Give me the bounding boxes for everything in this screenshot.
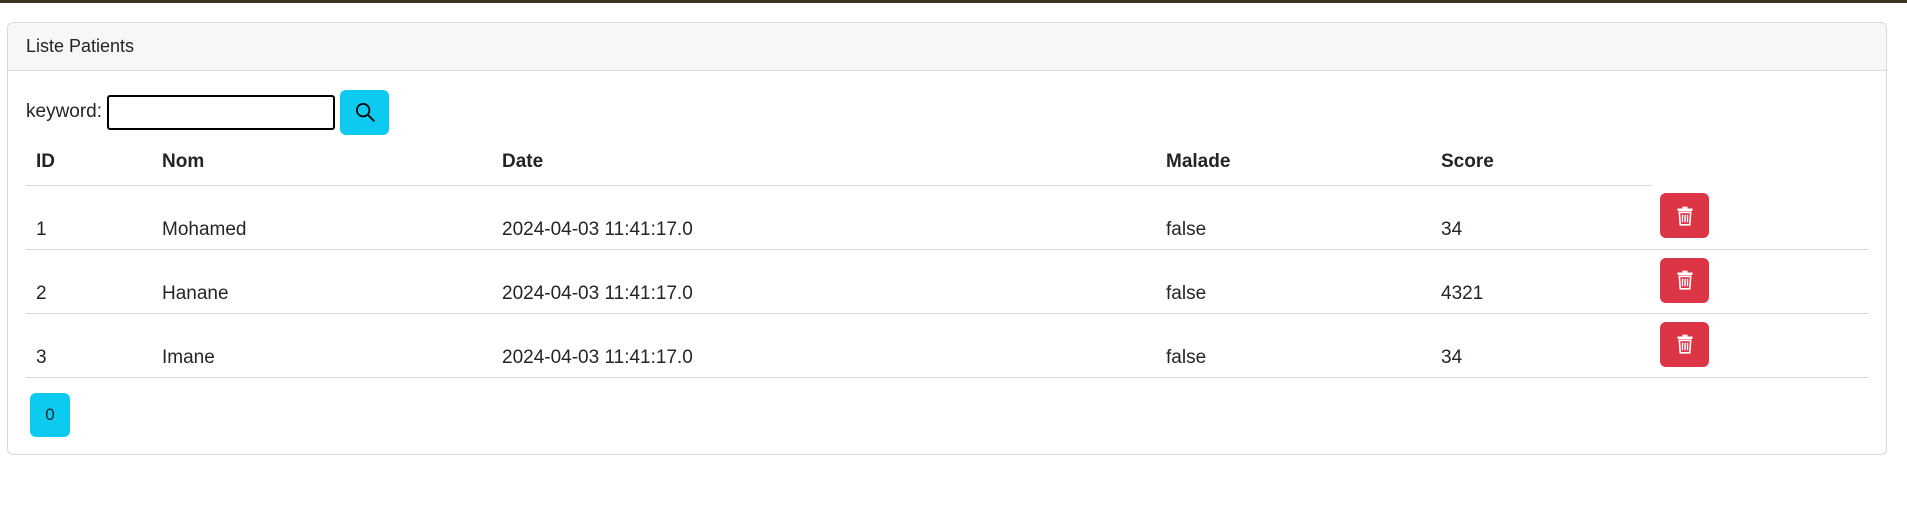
card-title: Liste Patients (26, 36, 135, 56)
search-label: keyword: (26, 101, 103, 122)
search-form: keyword: (26, 89, 390, 135)
cell-score: 34 (1431, 185, 1652, 250)
cell-date: 2024-04-03 11:41:17.0 (492, 249, 1156, 314)
header-id: ID (26, 139, 152, 186)
patients-card: Liste Patients keyword: ID Nom Date Mala… (7, 22, 1887, 455)
cell-date: 2024-04-03 11:41:17.0 (492, 313, 1156, 378)
cell-id: 2 (26, 249, 152, 314)
cell-action (1652, 313, 1869, 378)
cell-score: 4321 (1431, 249, 1652, 314)
header-malade: Malade (1156, 139, 1431, 186)
cell-action (1652, 249, 1869, 314)
cell-malade: false (1156, 185, 1431, 250)
cell-malade: false (1156, 249, 1431, 314)
table-row: 1 Mohamed 2024-04-03 11:41:17.0 false 34 (26, 185, 1869, 250)
trash-icon (1677, 206, 1692, 226)
trash-icon (1677, 334, 1692, 354)
search-icon (355, 103, 375, 122)
table-row: 2 Hanane 2024-04-03 11:41:17.0 false 432… (26, 249, 1869, 314)
table-row: 3 Imane 2024-04-03 11:41:17.0 false 34 (26, 313, 1869, 378)
delete-button[interactable] (1660, 321, 1709, 367)
table-header-row: ID Nom Date Malade Score (26, 139, 1869, 186)
cell-action (1652, 185, 1869, 250)
header-action (1652, 139, 1869, 185)
cell-date: 2024-04-03 11:41:17.0 (492, 185, 1156, 250)
cell-nom: Mohamed (152, 185, 492, 250)
header-nom: Nom (152, 139, 492, 186)
delete-button[interactable] (1660, 257, 1709, 303)
delete-button[interactable] (1660, 193, 1709, 238)
header-date: Date (492, 139, 1156, 186)
cell-malade: false (1156, 313, 1431, 378)
search-input[interactable] (107, 94, 336, 130)
cell-id: 3 (26, 313, 152, 378)
patients-table: ID Nom Date Malade Score 1 Mohamed 2024-… (26, 139, 1869, 378)
trash-icon (1677, 270, 1692, 290)
cell-nom: Imane (152, 313, 492, 378)
cell-score: 34 (1431, 313, 1652, 378)
card-header: Liste Patients (8, 23, 1886, 71)
search-button[interactable] (340, 89, 390, 135)
pagination-page-0[interactable]: 0 (30, 393, 70, 437)
cell-nom: Hanane (152, 249, 492, 314)
header-score: Score (1431, 139, 1652, 186)
top-strip (0, 0, 1907, 3)
cell-id: 1 (26, 185, 152, 250)
